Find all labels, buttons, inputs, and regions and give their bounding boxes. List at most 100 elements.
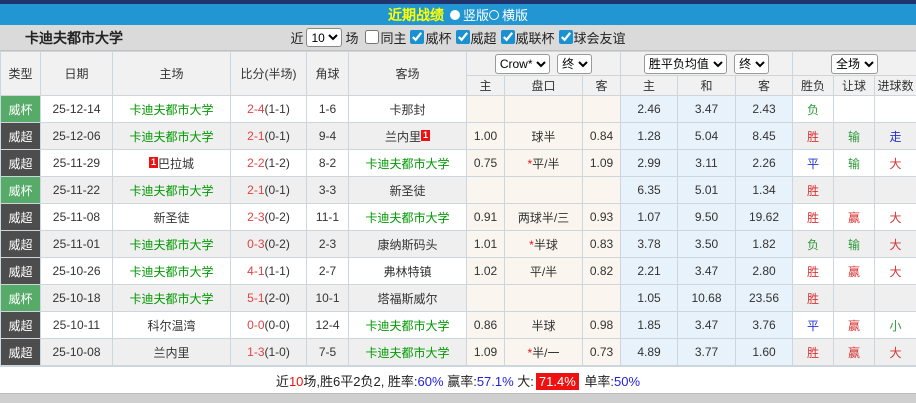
asia-handicap: *平/半	[504, 149, 583, 177]
euro-draw-odds: 9.50	[677, 203, 736, 231]
summary-segment: 场,胜6平2负2, 胜率:	[303, 373, 418, 389]
team-label: 巴拉城	[157, 156, 194, 171]
filter-checkbox[interactable]	[558, 30, 573, 45]
full-score: 2-3	[247, 210, 265, 224]
asia-away-odds: 0.98	[582, 311, 621, 339]
team-label: 卡迪夫都市大学	[365, 210, 450, 225]
radio-unselected-icon[interactable]	[489, 9, 499, 20]
half-score: (0-1)	[264, 183, 290, 197]
type-badge: 威杯	[0, 284, 41, 312]
table-row: 威超 25-12-06 卡迪夫都市大学 2-1(0-1) 9-4 兰内里 1 1.00 球半 0.…	[0, 122, 916, 150]
asia-handicap	[504, 176, 583, 204]
match-score: 5-1(2-0)	[230, 284, 307, 312]
away-team: 卡那封	[348, 95, 467, 123]
filter-checkbox[interactable]	[500, 30, 515, 45]
filter-item[interactable]: 同主	[365, 28, 406, 47]
corner-score: 2-3	[306, 230, 349, 258]
table-row: 威超 25-11-29 1 巴拉城 2-2(1-2) 8-2 卡迪夫都市大学 0.75 *平/半…	[0, 149, 916, 177]
corner-score: 12-4	[306, 311, 349, 339]
euro-away-odds: 2.26	[734, 149, 794, 177]
euro-draw-odds: 5.01	[677, 176, 736, 204]
home-team: 卡迪夫都市大学	[112, 257, 231, 285]
filter-checkbox[interactable]	[365, 30, 380, 45]
match-score: 0-0(0-0)	[230, 311, 307, 339]
layout-option[interactable]: 竖版	[449, 5, 489, 24]
filter-item[interactable]: 威杯	[410, 28, 452, 47]
filter-checkbox[interactable]	[455, 30, 470, 45]
asia-away-odds: 0.84	[582, 122, 621, 150]
full-score: 2-4	[247, 102, 265, 116]
match-count-select[interactable]: 10	[306, 28, 343, 47]
asia-handicap: 两球半/三	[504, 203, 583, 231]
match-date: 25-11-01	[40, 230, 113, 258]
team-label: 新圣徒	[389, 183, 426, 198]
type-badge: 威超	[0, 257, 41, 285]
type-badge: 威超	[0, 149, 41, 177]
match-date: 25-12-14	[40, 95, 113, 123]
euro-away-odds: 2.43	[734, 95, 794, 123]
handicap-result	[833, 284, 876, 312]
home-team: 卡迪夫都市大学	[112, 284, 231, 312]
period-select[interactable]: 全场	[831, 53, 879, 74]
type-badge: 威超	[0, 203, 41, 231]
euro-away-odds: 8.45	[734, 122, 794, 150]
team-label: 塔福斯威尔	[377, 291, 438, 306]
asia-odds-header: Crow* 终	[466, 51, 621, 76]
summary-segment: 57.1%	[476, 373, 514, 389]
handicap-result: 赢	[833, 257, 876, 285]
table-header-row-selects: 类型 日期 主场 比分(半场) 角球 客场 Crow* 终 胜平负均值 终 全场	[0, 51, 916, 96]
half-score: (0-0)	[264, 318, 290, 332]
filter-item[interactable]: 球会友谊	[558, 28, 626, 47]
europe-time-select[interactable]: 终	[734, 53, 770, 74]
type-badge: 威超	[0, 311, 41, 339]
euro-home-odds: 1.85	[620, 311, 678, 339]
euro-home-odds: 1.07	[620, 203, 678, 231]
asia-handicap: 平/半	[504, 257, 583, 285]
half-score: (1-1)	[264, 264, 290, 278]
wdl-result: 胜	[792, 176, 835, 204]
team-label: 卡迪夫都市大学	[129, 102, 214, 117]
euro-home-odds: 6.35	[620, 176, 678, 204]
euro-draw-odds: 3.47	[677, 257, 736, 285]
sub-header-asia-away: 客	[582, 75, 621, 96]
filter-item[interactable]: 威联杯	[500, 28, 555, 47]
europe-odds-select[interactable]: 胜平负均值	[643, 53, 727, 74]
odds-time-select[interactable]: 终	[557, 53, 593, 74]
euro-away-odds: 2.80	[734, 257, 794, 285]
radio-selected-icon[interactable]	[449, 9, 460, 20]
team-label: 兰内里	[384, 129, 421, 144]
filter-checkbox[interactable]	[410, 30, 425, 45]
euro-odds-header: 胜平负均值 终	[619, 51, 794, 76]
match-date: 25-10-11	[40, 311, 113, 339]
asia-away-odds	[582, 95, 621, 123]
filter-item[interactable]: 威超	[455, 28, 497, 47]
layout-option[interactable]: 横版	[489, 5, 528, 24]
wdl-result: 平	[792, 311, 835, 339]
handicap-label: 平/半	[529, 264, 558, 279]
sub-header-euro-away: 客	[734, 75, 794, 96]
odds-source-select[interactable]: Crow*	[494, 53, 550, 74]
home-team: 卡迪夫都市大学	[112, 230, 231, 258]
full-score: 1-3	[247, 345, 265, 359]
away-team: 弗林特镇	[348, 257, 467, 285]
euro-draw-odds: 10.68	[677, 284, 736, 312]
filter-label: 威联杯	[515, 30, 555, 46]
match-score: 2-1(0-1)	[230, 176, 307, 204]
table-row: 威超 25-10-11 科尔温湾 0-0(0-0) 12-4 卡迪夫都市大学 0.86 半球 0…	[0, 311, 916, 339]
wdl-result: 平	[792, 149, 835, 177]
asia-away-odds	[582, 284, 621, 312]
match-date: 25-11-22	[40, 176, 113, 204]
away-team: 卡迪夫都市大学	[348, 338, 467, 366]
home-team: 卡迪夫都市大学	[112, 95, 231, 123]
handicap-label: 半球	[531, 318, 556, 333]
euro-away-odds: 1.60	[734, 338, 794, 366]
handicap-label: 半球	[533, 237, 558, 252]
recent-results-widget: 近期战绩 竖版 横版 卡迪夫都市大学 近 10 场 同主 威杯 威超 威联杯 球会友谊 类…	[0, 0, 916, 403]
euro-away-odds: 19.62	[734, 203, 794, 231]
wdl-result: 胜	[792, 338, 835, 366]
home-team: 新圣徒	[112, 203, 231, 231]
asia-home-odds	[466, 284, 505, 312]
euro-home-odds: 3.78	[620, 230, 678, 258]
match-score: 2-1(0-1)	[230, 122, 307, 150]
full-score: 2-2	[247, 156, 265, 170]
